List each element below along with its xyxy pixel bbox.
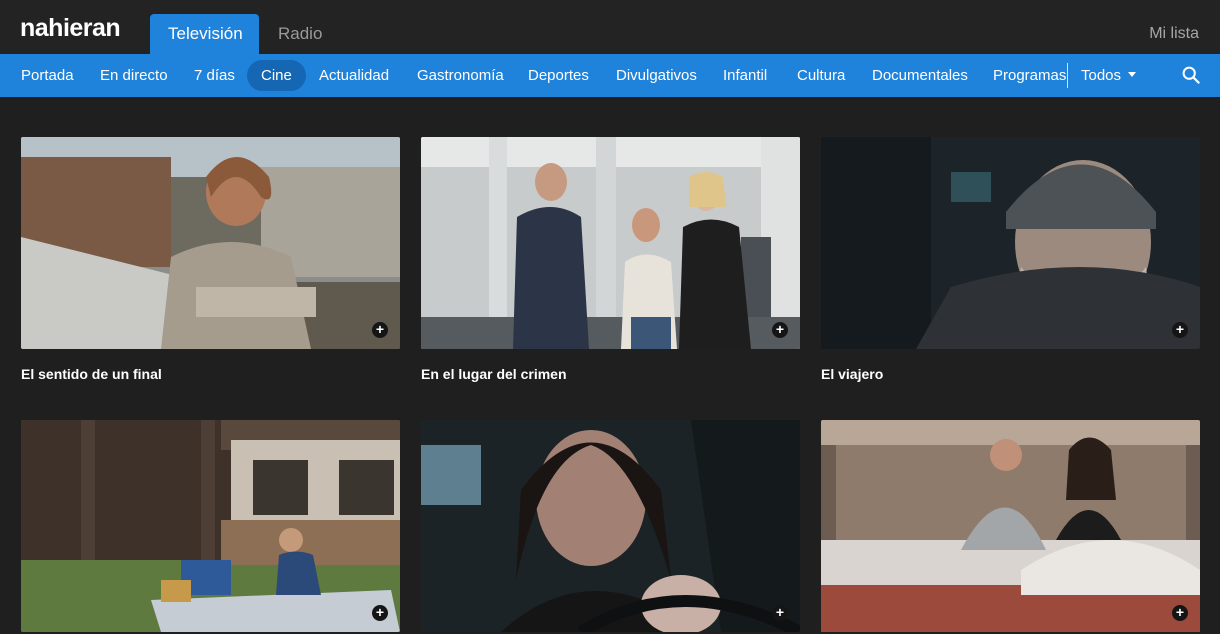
thumbnail-image bbox=[821, 420, 1200, 632]
movie-title[interactable]: El viajero bbox=[821, 366, 1200, 382]
thumbnail-image bbox=[421, 420, 800, 632]
movie-thumbnail[interactable]: + bbox=[821, 137, 1200, 349]
add-to-list-button[interactable]: + bbox=[1172, 322, 1188, 338]
nav-item-deportes[interactable]: Deportes bbox=[528, 60, 589, 91]
movie-thumbnail[interactable]: + bbox=[21, 137, 400, 349]
movie-thumbnail[interactable]: + bbox=[821, 420, 1200, 632]
movie-card[interactable]: + El viajero bbox=[821, 137, 1200, 382]
nav-item-divulgativos[interactable]: Divulgativos bbox=[616, 60, 697, 91]
tab-television[interactable]: Televisión bbox=[150, 14, 259, 54]
top-bar: nahieran Televisión Radio Mi lista bbox=[0, 0, 1220, 54]
movie-card[interactable]: + bbox=[421, 420, 800, 634]
nav-item-en-directo[interactable]: En directo bbox=[100, 60, 168, 91]
brand-logo[interactable]: nahieran bbox=[20, 14, 121, 43]
movie-card[interactable]: + bbox=[821, 420, 1200, 634]
category-nav: Portada En directo 7 días Cine Actualida… bbox=[0, 54, 1220, 97]
movie-thumbnail[interactable]: + bbox=[421, 420, 800, 632]
chevron-down-icon bbox=[1128, 72, 1137, 77]
all-categories-label: Todos bbox=[1081, 67, 1122, 84]
add-to-list-button[interactable]: + bbox=[772, 605, 788, 621]
nav-item-actualidad[interactable]: Actualidad bbox=[319, 60, 389, 91]
thumbnail-image bbox=[21, 137, 400, 349]
nav-overflow-clip: Programas bbox=[993, 60, 1066, 91]
nav-item-programas[interactable]: Programas bbox=[993, 60, 1066, 91]
add-to-list-button[interactable]: + bbox=[772, 322, 788, 338]
nav-item-infantil[interactable]: Infantil bbox=[723, 60, 767, 91]
nav-item-7-dias[interactable]: 7 días bbox=[194, 60, 235, 91]
thumbnail-image bbox=[421, 137, 800, 349]
movie-card[interactable]: + El sentido de un final bbox=[21, 137, 400, 382]
nav-item-gastronomia[interactable]: Gastronomía bbox=[417, 60, 504, 91]
movie-thumbnail[interactable]: + bbox=[21, 420, 400, 632]
nav-item-portada[interactable]: Portada bbox=[21, 60, 74, 91]
movie-card[interactable]: + En el lugar del crimen bbox=[421, 137, 800, 382]
add-to-list-button[interactable]: + bbox=[372, 322, 388, 338]
add-to-list-button[interactable]: + bbox=[1172, 605, 1188, 621]
tab-radio[interactable]: Radio bbox=[260, 14, 340, 54]
movie-title[interactable]: El sentido de un final bbox=[21, 366, 400, 382]
nav-item-cultura[interactable]: Cultura bbox=[797, 60, 845, 91]
thumbnail-image bbox=[21, 420, 400, 632]
my-list-link[interactable]: Mi lista bbox=[1149, 25, 1199, 43]
movie-title[interactable]: En el lugar del crimen bbox=[421, 366, 800, 382]
movie-thumbnail[interactable]: + bbox=[421, 137, 800, 349]
movie-card[interactable]: + bbox=[21, 420, 400, 634]
add-to-list-button[interactable]: + bbox=[372, 605, 388, 621]
all-categories-dropdown[interactable]: Todos bbox=[1081, 60, 1137, 91]
thumbnail-image bbox=[821, 137, 1200, 349]
search-icon[interactable] bbox=[1182, 66, 1200, 84]
nav-divider bbox=[1067, 63, 1068, 88]
nav-item-cine[interactable]: Cine bbox=[247, 60, 306, 91]
nav-item-documentales[interactable]: Documentales bbox=[872, 60, 968, 91]
